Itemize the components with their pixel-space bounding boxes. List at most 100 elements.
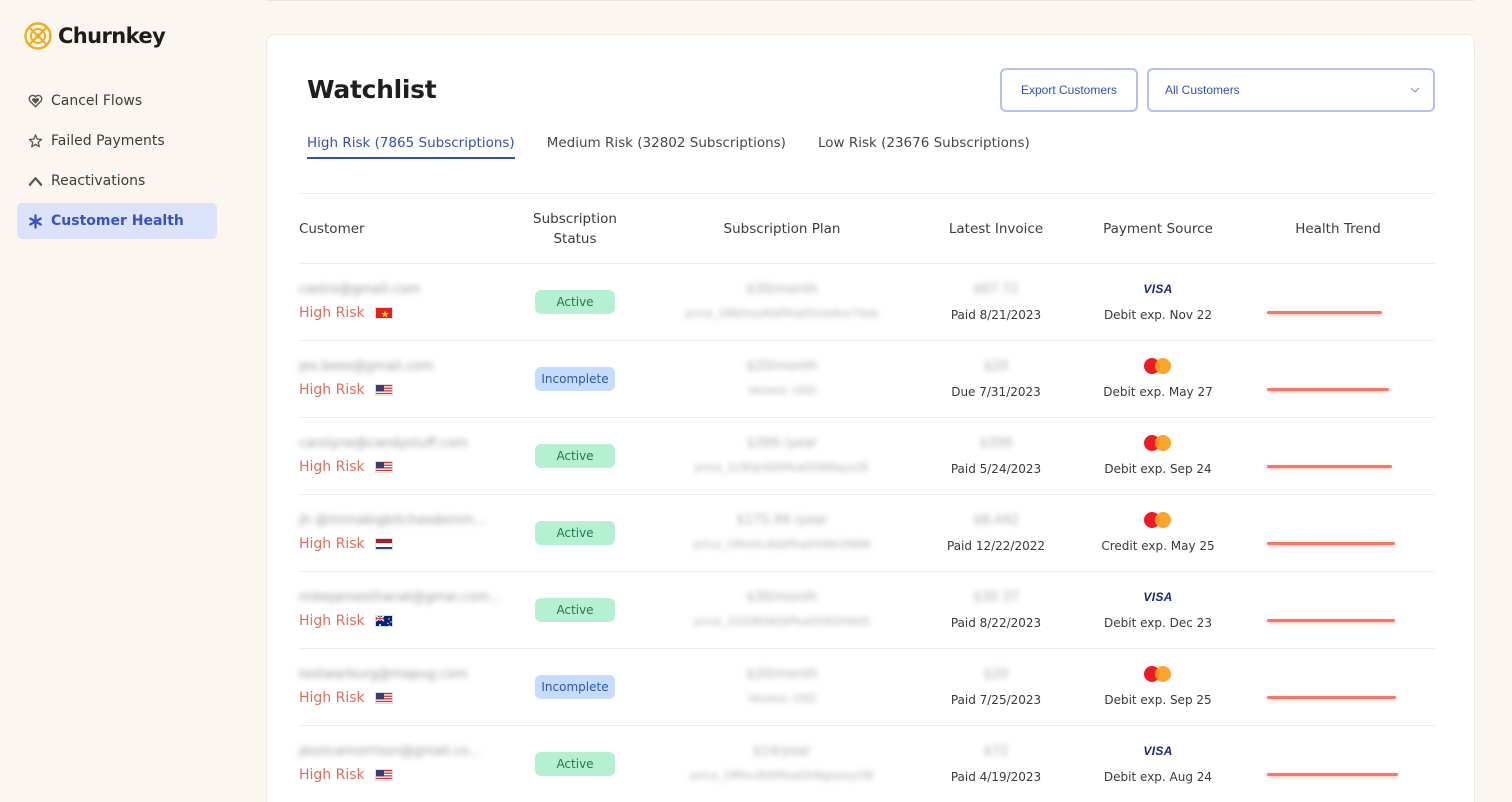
sidebar-nav: Cancel Flows Failed Payments Reactivatio… xyxy=(17,83,217,243)
tab-high-risk[interactable]: High Risk (7865 Subscriptions) xyxy=(307,135,515,159)
status-badge: Incomplete xyxy=(535,675,615,699)
table-top-divider xyxy=(299,193,1435,194)
table-body: castro@gmail.com High Risk Active $30/month… xyxy=(299,263,1435,802)
status-badge: Active xyxy=(535,444,615,468)
invoice-status: Paid 5/24/2023 xyxy=(950,462,1042,476)
invoice-status: Paid 7/25/2023 xyxy=(950,693,1042,707)
payment-card-icon-wrap: VISA xyxy=(1108,741,1208,761)
visa-card-icon: VISA xyxy=(1143,590,1173,604)
payment-source-text: Debit exp. Aug 24 xyxy=(1103,770,1213,784)
sidebar-item-cancel-flows[interactable]: Cancel Flows xyxy=(17,83,217,119)
customer-cell: jessicamorrison@gmail.co... High Risk xyxy=(299,726,519,802)
mastercard-icon xyxy=(1144,435,1172,451)
table-row[interactable]: castro@gmail.com High Risk Active $30/month… xyxy=(299,263,1435,340)
sidebar-item-label: Reactivations xyxy=(51,173,146,189)
country-flag-icon xyxy=(374,692,393,704)
invoice-status: Paid 12/22/2022 xyxy=(947,539,1045,553)
visa-card-icon: VISA xyxy=(1143,744,1173,758)
risk-label-group: High Risk xyxy=(299,305,393,321)
customer-email[interactable]: jessicamorrison@gmail.co... xyxy=(299,744,481,759)
plan-price: $399 /year xyxy=(746,436,818,451)
customer-cell: castro@gmail.com High Risk xyxy=(299,264,519,341)
health-trend-line xyxy=(1267,542,1395,545)
status-badge: Incomplete xyxy=(535,367,615,391)
table-header: Customer Subscription Status Subscriptio… xyxy=(299,195,1435,263)
sidebar-item-label: Failed Payments xyxy=(51,133,165,149)
status-badge: Active xyxy=(535,598,615,622)
country-flag-icon xyxy=(374,769,393,781)
country-flag-icon xyxy=(374,461,393,473)
column-header-plan[interactable]: Subscription Plan xyxy=(682,195,882,263)
mastercard-icon xyxy=(1144,512,1172,528)
invoice-amount: $8,442 xyxy=(973,513,1019,528)
brand[interactable]: Churnkey xyxy=(24,22,166,50)
table-row[interactable]: mikejamesthanat@gmai.com... High Risk Acti… xyxy=(299,571,1435,648)
plan-id: price_1O2l8HAQtPkwDhN2H4d5 xyxy=(693,615,871,628)
invoice-amount: $399 xyxy=(979,436,1013,451)
payment-source-text: Credit exp. May 25 xyxy=(1101,539,1215,553)
customer-email[interactable]: castro@gmail.com xyxy=(299,282,420,297)
table-row[interactable]: jh @immabigbitchasdemm... High Risk Active… xyxy=(299,494,1435,571)
status-badge: Active xyxy=(535,752,615,776)
invoice-status: Due 7/31/2023 xyxy=(951,385,1041,399)
risk-label-group: High Risk xyxy=(299,690,393,706)
plan-id: Vested: USD xyxy=(748,692,816,705)
plan-id: price_1MfvcAQtPkwDhNgoyey2W xyxy=(690,769,874,782)
plan-id: price_1Mk0xyAQtPkwDhnk4ocT4sb xyxy=(685,307,879,320)
sidebar-item-label: Cancel Flows xyxy=(51,93,143,109)
badge-star-icon xyxy=(27,133,43,149)
payment-source-text: Debit exp. Sep 24 xyxy=(1104,462,1212,476)
country-flag-icon xyxy=(374,615,393,627)
payment-card-icon-wrap xyxy=(1108,433,1208,453)
health-trend-line xyxy=(1267,311,1382,314)
sidebar-item-customer-health[interactable]: Customer Health xyxy=(17,203,217,239)
customer-email[interactable]: jes.bees@gmail.com xyxy=(299,359,434,374)
mastercard-icon xyxy=(1144,666,1172,682)
country-flag-icon xyxy=(374,384,393,396)
column-header-customer[interactable]: Customer xyxy=(299,195,449,263)
table-row[interactable]: carolyne@candystuff.com High Risk Active $3… xyxy=(299,417,1435,494)
payment-card-icon-wrap: VISA xyxy=(1108,279,1208,299)
plan-price: $14/year xyxy=(752,744,812,759)
payment-card-icon-wrap: VISA xyxy=(1108,587,1208,607)
health-trend-line xyxy=(1267,388,1389,391)
payment-source-text: Debit exp. May 27 xyxy=(1103,385,1213,399)
customer-filter-select[interactable]: All Customers xyxy=(1147,68,1435,112)
risk-label: High Risk xyxy=(299,690,365,706)
column-header-payment[interactable]: Payment Source xyxy=(1078,195,1238,263)
payment-card-icon-wrap xyxy=(1108,510,1208,530)
tab-medium-risk[interactable]: Medium Risk (32802 Subscriptions) xyxy=(547,135,786,159)
payment-source-text: Debit exp. Dec 23 xyxy=(1104,616,1212,630)
payment-card-icon-wrap xyxy=(1108,664,1208,684)
risk-label: High Risk xyxy=(299,767,365,783)
sidebar-item-failed-payments[interactable]: Failed Payments xyxy=(17,123,217,159)
risk-label-group: High Risk xyxy=(299,382,393,398)
customer-email[interactable]: carolyne@candystuff.com xyxy=(299,436,468,451)
sidebar-item-reactivations[interactable]: Reactivations xyxy=(17,163,217,199)
invoice-amount: $20 xyxy=(983,359,1009,374)
customer-email[interactable]: mikejamesthanat@gmai.com... xyxy=(299,590,502,605)
export-customers-button[interactable]: Export Customers xyxy=(1000,68,1138,112)
risk-label-group: High Risk xyxy=(299,459,393,475)
customer-email[interactable]: testwarburg@mapvg.com xyxy=(299,667,468,682)
tab-low-risk[interactable]: Low Risk (23676 Subscriptions) xyxy=(818,135,1030,159)
invoice-status: Paid 4/19/2023 xyxy=(950,770,1042,784)
column-header-trend[interactable]: Health Trend xyxy=(1258,195,1418,263)
table-row[interactable]: jessicamorrison@gmail.co... High Risk Acti… xyxy=(299,725,1435,802)
risk-label-group: High Risk xyxy=(299,613,393,629)
table-row[interactable]: testwarburg@mapvg.com High Risk Incomplete… xyxy=(299,648,1435,725)
asterisk-icon xyxy=(27,213,43,229)
plan-price: $20/month xyxy=(746,667,818,682)
heart-icon xyxy=(27,93,43,109)
customer-email[interactable]: jh @immabigbitchasdemm... xyxy=(299,513,486,528)
country-flag-icon xyxy=(374,307,393,319)
sidebar-item-label: Customer Health xyxy=(51,213,184,229)
payment-card-icon-wrap xyxy=(1108,356,1208,376)
column-header-status[interactable]: Subscription Status xyxy=(520,195,630,263)
mastercard-icon xyxy=(1144,358,1172,374)
status-badge: Active xyxy=(535,290,615,314)
table-row[interactable]: jes.bees@gmail.com High Risk Incomplete $20… xyxy=(299,340,1435,417)
column-header-invoice[interactable]: Latest Invoice xyxy=(916,195,1076,263)
page-title: Watchlist xyxy=(307,75,437,104)
risk-label: High Risk xyxy=(299,305,365,321)
